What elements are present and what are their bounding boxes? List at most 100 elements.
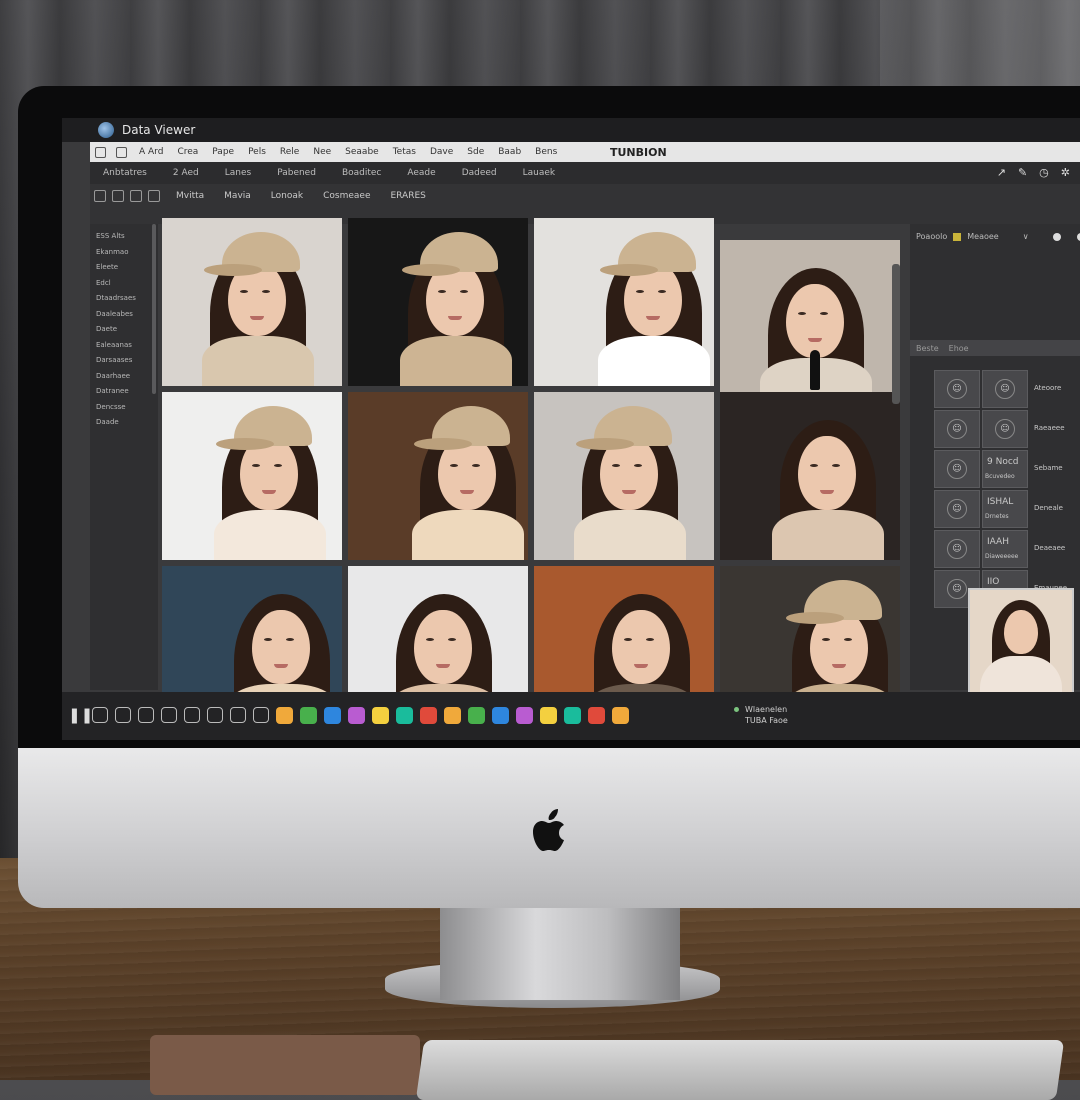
back-icon[interactable] — [148, 190, 160, 202]
settings-icon[interactable]: ✲ — [1061, 166, 1070, 179]
share-icon[interactable] — [468, 706, 485, 724]
grid-icon[interactable] — [116, 146, 127, 158]
toolbar-item[interactable]: Aeade — [407, 168, 435, 178]
photo-thumbnail[interactable] — [534, 218, 714, 386]
eye — [426, 638, 434, 641]
circle-icon[interactable] — [612, 706, 629, 724]
menu-item[interactable]: Pels — [248, 147, 266, 157]
link-icon[interactable] — [138, 707, 154, 723]
toolbar-tab[interactable]: ERARES — [390, 191, 425, 201]
frame-icon[interactable] — [207, 707, 223, 723]
toolbar-tab[interactable]: Mavia — [224, 191, 251, 201]
thumbnail-slot[interactable]: IAAH Diaweeeee — [982, 530, 1028, 568]
mic-icon[interactable] — [92, 707, 108, 723]
sidebar-item[interactable]: Dtaadrsaes — [96, 294, 136, 302]
menu-item[interactable]: Nee — [313, 147, 331, 157]
thumbnail-slot[interactable]: ☺ — [934, 450, 980, 488]
copy-icon[interactable] — [94, 190, 106, 202]
sidebar-item[interactable]: Edcl — [96, 279, 111, 287]
toggle-dot-icon[interactable] — [1076, 232, 1080, 241]
menu-item[interactable]: Tetas — [393, 147, 416, 157]
thumbnail-slot[interactable]: ☺ — [934, 530, 980, 568]
frame-icon[interactable] — [130, 190, 142, 202]
thumbnail-slot[interactable]: ☺ — [934, 370, 980, 408]
toolbar-item[interactable]: Lauaek — [523, 168, 556, 178]
monitor-icon[interactable] — [588, 706, 605, 724]
sidebar-item[interactable]: Eleete — [96, 263, 118, 271]
pause-icon[interactable]: ❚❚ — [68, 706, 93, 724]
menu-item[interactable]: Pape — [212, 147, 234, 157]
sidebar-item[interactable]: Daade — [96, 418, 119, 426]
sidebar-item[interactable]: Daaleabes — [96, 310, 133, 318]
toolbar-tab[interactable]: Mvitta — [176, 191, 204, 201]
tab-0[interactable]: Beste — [916, 344, 939, 353]
sidebar-item[interactable]: Datranee — [96, 387, 129, 395]
sidebar-scrollbar[interactable] — [152, 224, 156, 394]
photo-thumbnail[interactable] — [720, 392, 900, 560]
toolbar-tab[interactable]: Lonoak — [271, 191, 303, 201]
key-icon[interactable] — [115, 707, 131, 723]
toolbar-item[interactable]: Dadeed — [462, 168, 497, 178]
tab-1[interactable]: Ehoe — [949, 344, 969, 353]
photo-thumbnail[interactable] — [348, 392, 528, 560]
folder-icon[interactable] — [324, 706, 341, 724]
menu-item[interactable]: A Ard — [139, 147, 163, 157]
menu-item[interactable]: Crea — [177, 147, 198, 157]
undo-icon[interactable] — [230, 707, 246, 723]
menu-item[interactable]: Baab — [498, 147, 521, 157]
menu-item[interactable]: Seaabe — [345, 147, 379, 157]
sidebar-item[interactable]: ESS Alts — [96, 232, 125, 240]
grid-scrollbar[interactable] — [892, 264, 900, 404]
mouth — [820, 490, 834, 494]
thumbnail-slot[interactable]: ☺ — [982, 370, 1028, 408]
photo-thumbnail[interactable] — [534, 392, 714, 560]
photo-thumbnail[interactable] — [162, 392, 342, 560]
menu-item[interactable]: Sde — [467, 147, 484, 157]
chrome-icon[interactable] — [396, 706, 413, 724]
calendar-icon[interactable] — [492, 706, 509, 724]
sidebar-item[interactable]: Daete — [96, 325, 117, 333]
chevron-down-icon[interactable]: ∨ — [1023, 232, 1029, 241]
star-icon[interactable] — [540, 706, 557, 724]
cursor-icon[interactable] — [161, 707, 177, 723]
menu-item[interactable]: Dave — [430, 147, 453, 157]
sidebar-item[interactable]: Dencsse — [96, 403, 126, 411]
toggle-dot-icon[interactable] — [1052, 232, 1061, 241]
square-icon[interactable] — [184, 707, 200, 723]
record-icon[interactable] — [95, 146, 106, 158]
photo-thumbnail[interactable] — [162, 218, 342, 386]
thumbnail-slot[interactable]: 9 Nocd Bcuvedeo — [982, 450, 1028, 488]
eye — [844, 638, 852, 641]
palette-icon[interactable] — [372, 706, 389, 724]
toolbar-item[interactable]: Pabened — [277, 168, 316, 178]
puzzle-icon[interactable] — [348, 706, 365, 724]
cut-icon[interactable] — [300, 706, 317, 724]
edit-icon[interactable]: ✎ — [1018, 166, 1027, 179]
toolbar-item[interactable]: 2 Aed — [173, 168, 199, 178]
toolbar-tab[interactable]: Cosmeaee — [323, 191, 370, 201]
menu-item[interactable]: Bens — [535, 147, 557, 157]
clock-icon[interactable]: ◷ — [1039, 166, 1049, 179]
toolbar-item[interactable]: Anbtatres — [103, 168, 147, 178]
sidebar-item[interactable]: Ekanmao — [96, 248, 128, 256]
sidebar-item[interactable]: Daarhaee — [96, 372, 130, 380]
gear-icon[interactable] — [420, 706, 437, 724]
chat-icon[interactable] — [253, 707, 269, 723]
sidebar-item[interactable]: Darsaases — [96, 356, 132, 364]
thumbnail-slot[interactable]: ☺ — [982, 410, 1028, 448]
menu-item[interactable]: Rele — [280, 147, 299, 157]
drop-icon[interactable] — [276, 706, 293, 724]
globe-icon[interactable] — [516, 706, 533, 724]
photo-icon[interactable] — [564, 706, 581, 724]
image-icon[interactable] — [444, 706, 461, 724]
thumbnail-slot[interactable]: ☺ — [934, 490, 980, 528]
thumbnail-slot[interactable]: ISHAL Drnetes — [982, 490, 1028, 528]
toolbar-item[interactable]: Boaditec — [342, 168, 381, 178]
photo-thumbnail[interactable] — [720, 240, 900, 408]
layers-icon[interactable] — [112, 190, 124, 202]
sidebar-item[interactable]: Ealeaanas — [96, 341, 132, 349]
thumbnail-slot[interactable]: ☺ — [934, 410, 980, 448]
toolbar-item[interactable]: Lanes — [225, 168, 251, 178]
pin-icon[interactable]: ↗ — [997, 166, 1006, 179]
photo-thumbnail[interactable] — [348, 218, 528, 386]
